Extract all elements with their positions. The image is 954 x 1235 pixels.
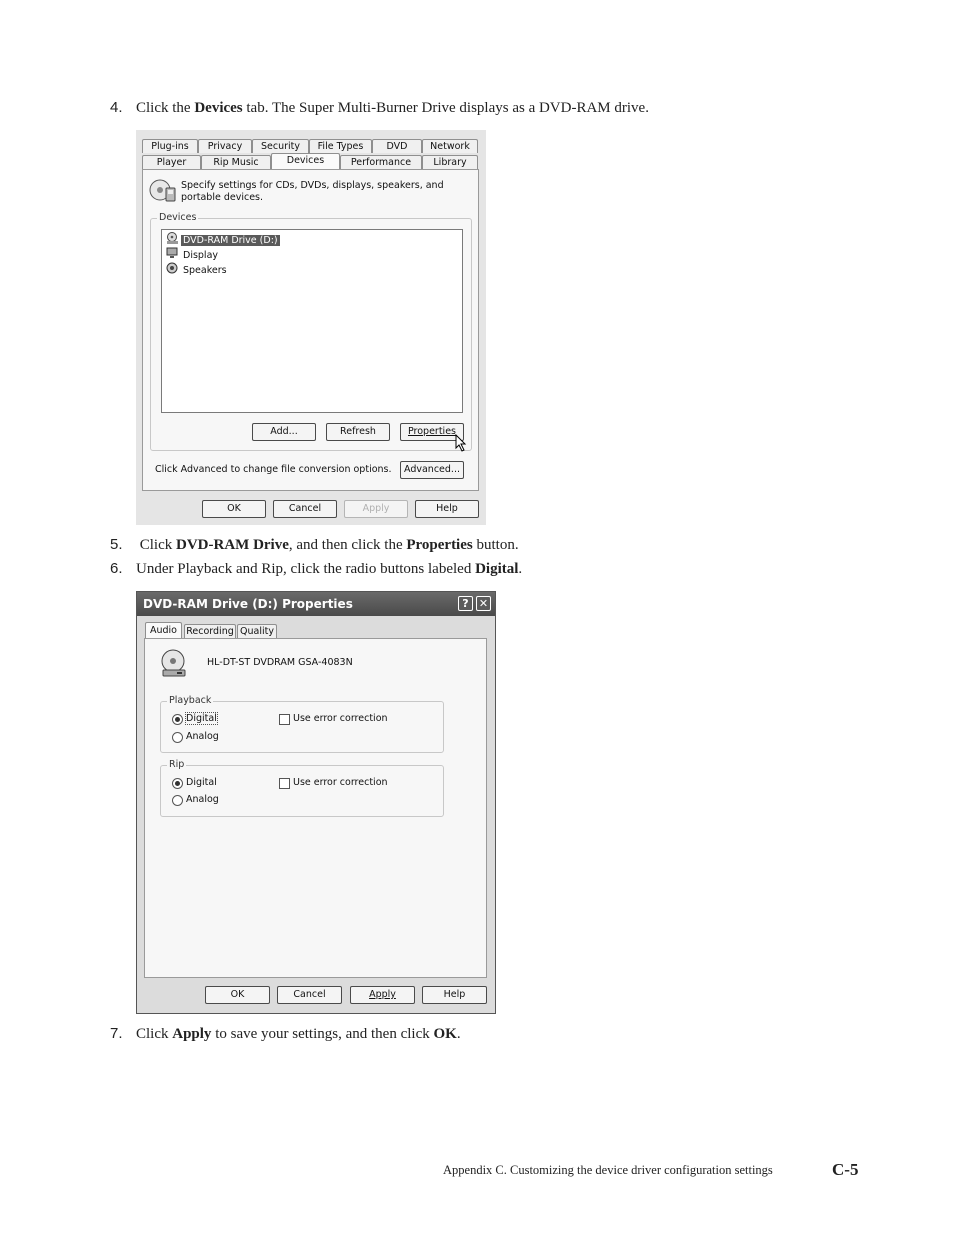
rip-digital-label: Digital — [186, 777, 217, 788]
title-bar[interactable]: DVD-RAM Drive (D:) Properties ? ✕ — [137, 592, 495, 616]
devices-description: Specify settings for CDs, DVDs, displays… — [181, 180, 444, 203]
list-item[interactable]: Display — [166, 247, 220, 261]
options-dialog-screenshot: Plug-ins Privacy Security File Types DVD… — [136, 130, 486, 525]
speaker-icon — [166, 262, 179, 279]
dialog-title: DVD-RAM Drive (D:) Properties — [143, 597, 353, 611]
ok-button[interactable]: OK — [202, 500, 266, 518]
tab-dvd[interactable]: DVD — [372, 139, 422, 153]
step-number: 6. — [110, 560, 123, 577]
playback-groupbox: Playback Digital Analog Use error correc… — [160, 695, 444, 753]
tab-file-types[interactable]: File Types — [309, 139, 372, 153]
bold-term: Apply — [172, 1026, 212, 1042]
tab-performance[interactable]: Performance — [340, 155, 422, 169]
step-4: 4. Click the Devices tab. The Super Multi… — [110, 99, 649, 116]
playback-error-correction-label: Use error correction — [293, 713, 388, 724]
list-item[interactable]: Speakers — [166, 262, 229, 276]
rip-digital-radio[interactable] — [172, 778, 183, 789]
add-button[interactable]: Add... — [252, 423, 316, 441]
step-number: 4. — [110, 99, 123, 116]
playback-analog-label: Analog — [186, 731, 219, 742]
close-button[interactable]: ✕ — [476, 596, 491, 611]
step-number: 5. — [110, 536, 123, 553]
help-title-button[interactable]: ? — [458, 596, 473, 611]
device-list[interactable]: DVD-RAM Drive (D:) Display Speakers — [161, 229, 463, 413]
devices-settings-icon — [149, 178, 177, 207]
page-footer: Appendix C. Customizing the device drive… — [443, 1163, 773, 1177]
apply-button[interactable]: Apply — [350, 986, 415, 1004]
tab-rip-music[interactable]: Rip Music — [201, 155, 271, 169]
playback-label: Playback — [167, 695, 214, 706]
rip-analog-radio[interactable] — [172, 795, 183, 806]
rip-error-correction-checkbox[interactable] — [279, 778, 290, 789]
step-number: 7. — [110, 1025, 123, 1042]
tab-audio[interactable]: Audio — [145, 622, 182, 639]
playback-digital-label: Digital — [185, 712, 218, 725]
playback-digital-radio[interactable] — [172, 714, 183, 725]
bold-term: OK — [433, 1026, 457, 1042]
bold-term: Devices — [194, 100, 243, 116]
ok-button[interactable]: OK — [205, 986, 270, 1004]
advanced-hint-text: Click Advanced to change file conversion… — [155, 464, 392, 475]
help-button[interactable]: Help — [422, 986, 487, 1004]
step-6: 6. Under Playback and Rip, click the radi… — [110, 560, 523, 577]
bold-term: DVD-RAM Drive — [176, 537, 289, 553]
page-number: C-5 — [832, 1160, 859, 1179]
step-5: 5. Click DVD-RAM Drive, and then click t… — [110, 536, 519, 553]
tab-network[interactable]: Network — [422, 139, 478, 153]
devices-group-label: Devices — [157, 212, 199, 223]
tab-player[interactable]: Player — [142, 155, 201, 169]
devices-tab-panel: Specify settings for CDs, DVDs, displays… — [142, 169, 479, 491]
rip-analog-label: Analog — [186, 794, 219, 805]
tab-privacy[interactable]: Privacy — [198, 139, 252, 153]
refresh-button[interactable]: Refresh — [326, 423, 390, 441]
rip-label: Rip — [167, 759, 187, 770]
tab-recording[interactable]: Recording — [184, 624, 236, 638]
tab-plug-ins[interactable]: Plug-ins — [142, 139, 198, 153]
playback-analog-radio[interactable] — [172, 732, 183, 743]
bold-term: Digital — [475, 561, 519, 577]
mouse-cursor-icon — [455, 433, 467, 455]
tab-devices[interactable]: Devices — [271, 153, 340, 169]
bold-term: Properties — [406, 537, 473, 553]
audio-tab-panel: HL-DT-ST DVDRAM GSA-4083N Playback Digit… — [144, 638, 487, 978]
drive-model: HL-DT-ST DVDRAM GSA-4083N — [207, 657, 353, 668]
playback-error-correction-checkbox[interactable] — [279, 714, 290, 725]
devices-groupbox: Devices DVD-RAM Drive (D:) Display Speak… — [150, 212, 472, 451]
step-7: 7. Click Apply to save your settings, and… — [110, 1025, 461, 1042]
cancel-button[interactable]: Cancel — [273, 500, 337, 518]
properties-dialog-screenshot: DVD-RAM Drive (D:) Properties ? ✕ Audio … — [136, 591, 496, 1014]
list-item[interactable]: DVD-RAM Drive (D:) — [166, 232, 280, 246]
rip-groupbox: Rip Digital Analog Use error correction — [160, 759, 444, 817]
advanced-button[interactable]: Advanced... — [400, 461, 464, 479]
rip-error-correction-label: Use error correction — [293, 777, 388, 788]
tab-quality[interactable]: Quality — [237, 624, 277, 638]
tab-library[interactable]: Library — [422, 155, 478, 169]
apply-button[interactable]: Apply — [344, 500, 408, 518]
cd-drive-icon — [159, 649, 189, 682]
cancel-button[interactable]: Cancel — [277, 986, 342, 1004]
tab-security[interactable]: Security — [252, 139, 309, 153]
help-button[interactable]: Help — [415, 500, 479, 518]
